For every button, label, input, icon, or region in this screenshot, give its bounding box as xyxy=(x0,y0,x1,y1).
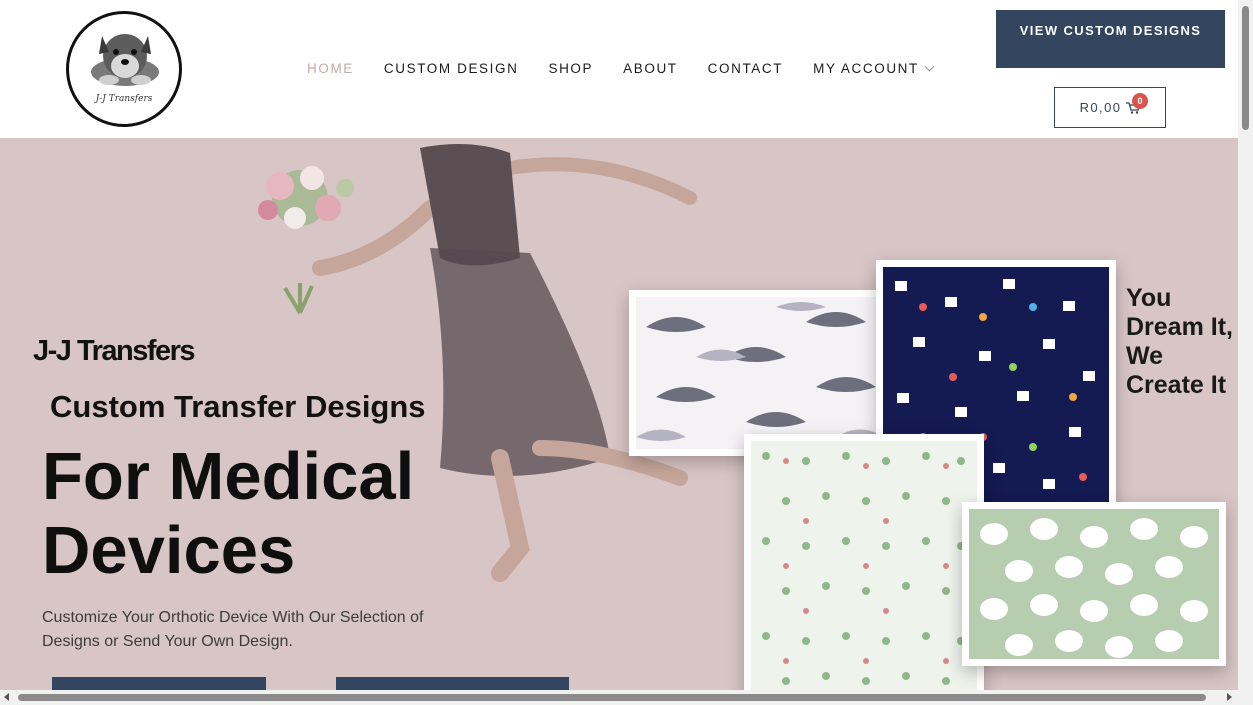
view-custom-designs-button[interactable]: VIEW CUSTOM DESIGNS xyxy=(996,10,1225,68)
main-nav: HOME CUSTOM DESIGN SHOP ABOUT CONTACT MY… xyxy=(307,61,963,76)
hero-tagline: You Dream It, We Create It xyxy=(1126,284,1233,399)
logo-text: J-J Transfers xyxy=(95,94,153,104)
scroll-right-arrow-icon[interactable] xyxy=(1227,693,1232,701)
pattern-swatch-floral xyxy=(744,434,984,690)
horizontal-scrollbar[interactable] xyxy=(0,690,1253,705)
site-logo[interactable]: J-J Transfers xyxy=(66,11,182,127)
nav-item-home[interactable]: HOME xyxy=(307,61,354,76)
scroll-left-arrow-icon[interactable] xyxy=(4,693,9,701)
cart-price: R0,00 xyxy=(1079,100,1122,115)
schnauzer-dog-icon xyxy=(91,34,159,86)
horizontal-scrollbar-thumb[interactable] xyxy=(18,694,1206,701)
floral-pattern-image xyxy=(751,441,977,690)
polar-bear-pattern-image xyxy=(969,509,1219,659)
nav-item-my-account-label: MY ACCOUNT xyxy=(813,61,919,76)
vertical-scrollbar-thumb[interactable] xyxy=(1242,6,1249,130)
hero-headline-line1: For Medical xyxy=(42,439,415,514)
vertical-scrollbar[interactable] xyxy=(1238,0,1253,690)
cart-button[interactable]: R0,00 xyxy=(1054,87,1166,128)
hero-section: J-J Transfers Custom Transfer Designs Fo… xyxy=(0,138,1238,690)
shark-pattern-image xyxy=(636,297,883,449)
page: J-J Transfers HOME CUSTOM DESIGN SHOP AB… xyxy=(0,0,1253,705)
hero-primary-button[interactable] xyxy=(52,677,266,690)
hero-secondary-button[interactable] xyxy=(336,677,569,690)
hero-description: Customize Your Orthotic Device With Our … xyxy=(42,609,424,650)
hero-headline-line2: Devices xyxy=(42,513,296,588)
hero-headline: For Medical Devices xyxy=(42,440,414,588)
nav-item-shop[interactable]: SHOP xyxy=(548,61,593,76)
nav-item-contact[interactable]: CONTACT xyxy=(708,61,783,76)
pattern-swatch-polar-bears xyxy=(962,502,1226,666)
cart-count-badge: 0 xyxy=(1132,93,1148,109)
pattern-swatch-sharks xyxy=(629,290,890,456)
site-header: J-J Transfers HOME CUSTOM DESIGN SHOP AB… xyxy=(0,0,1238,138)
chevron-down-icon xyxy=(924,61,935,72)
nav-item-custom-design[interactable]: CUSTOM DESIGN xyxy=(384,61,519,76)
nav-item-my-account[interactable]: MY ACCOUNT xyxy=(813,61,935,76)
hero-subtitle: Custom Transfer Designs xyxy=(50,389,426,424)
nav-item-about[interactable]: ABOUT xyxy=(623,61,678,76)
brand-title: J-J Transfers xyxy=(33,335,196,367)
